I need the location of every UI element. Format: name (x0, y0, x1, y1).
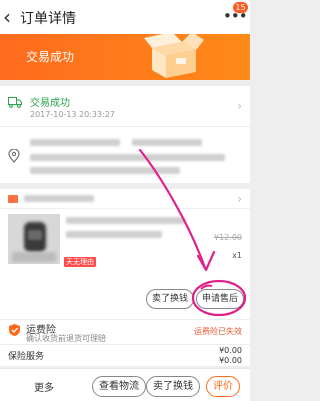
open-box-icon (144, 34, 204, 78)
shop-icon (8, 195, 18, 203)
apply-after-sale-button[interactable]: 申请售后 (196, 289, 245, 309)
banner-status-text: 交易成功 (26, 50, 75, 64)
product-quantity: x1 (232, 251, 242, 260)
review-button[interactable]: 评价 (206, 376, 240, 397)
product-title-blurred (66, 217, 186, 224)
recipient-phone-blurred (132, 139, 202, 146)
product-thumbnail[interactable] (8, 214, 60, 264)
status-text: 交易成功 (30, 98, 70, 109)
order-item-card: › ¥12.00 x1 天无理由 卖了换钱 申请售后 (0, 189, 250, 319)
shipping-address-card (0, 127, 250, 183)
address-line-blurred (30, 167, 180, 174)
product-original-price: ¥12.00 (214, 233, 242, 242)
insurance-service-row: 保险服务 ¥0.00 ¥0.00 (0, 345, 250, 366)
recipient-name-blurred (30, 139, 120, 146)
address-line-blurred (30, 154, 225, 161)
trade-status-banner: 交易成功 (0, 34, 250, 80)
sell-exchange-button[interactable]: 卖了换钱 (146, 376, 200, 397)
shield-icon (9, 324, 20, 336)
insurance-status: 运费险已失效 (194, 327, 242, 336)
shop-header[interactable]: › (0, 189, 250, 209)
status-time: 2017-10-13 20:33:27 (30, 110, 115, 119)
back-arrow-icon[interactable]: ‹ (3, 6, 19, 28)
product-sku-blurred (66, 231, 162, 238)
more-button[interactable]: 更多 (34, 379, 54, 394)
product-image (8, 214, 60, 264)
chevron-right-icon: › (237, 99, 242, 113)
location-pin-icon (8, 149, 20, 163)
logistics-status-card[interactable]: 交易成功 2017-10-13 20:33:27 › (0, 86, 250, 126)
top-nav-bar: ‹ 订单详情 ••• 15 (0, 0, 250, 34)
truck-icon (8, 97, 22, 108)
view-logistics-button[interactable]: 查看物流 (92, 376, 146, 397)
shipping-insurance-row[interactable]: 运费险 确认收货前退货可理赔 运费险已失效 (0, 320, 250, 344)
insurance-service-label: 保险服务 (8, 352, 45, 362)
return-policy-tag: 天无理由 (64, 257, 96, 267)
insurance-service-amount-secondary: ¥0.00 (219, 356, 242, 365)
sell-exchange-item-button[interactable]: 卖了换钱 (146, 289, 195, 309)
bottom-action-bar: 更多 查看物流 卖了换钱 评价 (0, 368, 250, 401)
insurance-service-amount: ¥0.00 (219, 346, 242, 355)
shop-name-blurred (24, 195, 94, 202)
message-count-badge: 15 (233, 2, 248, 13)
page-title: 订单详情 (20, 11, 76, 27)
insurance-subtitle: 确认收货前退货可理赔 (26, 334, 106, 343)
chevron-right-icon: › (237, 192, 242, 206)
